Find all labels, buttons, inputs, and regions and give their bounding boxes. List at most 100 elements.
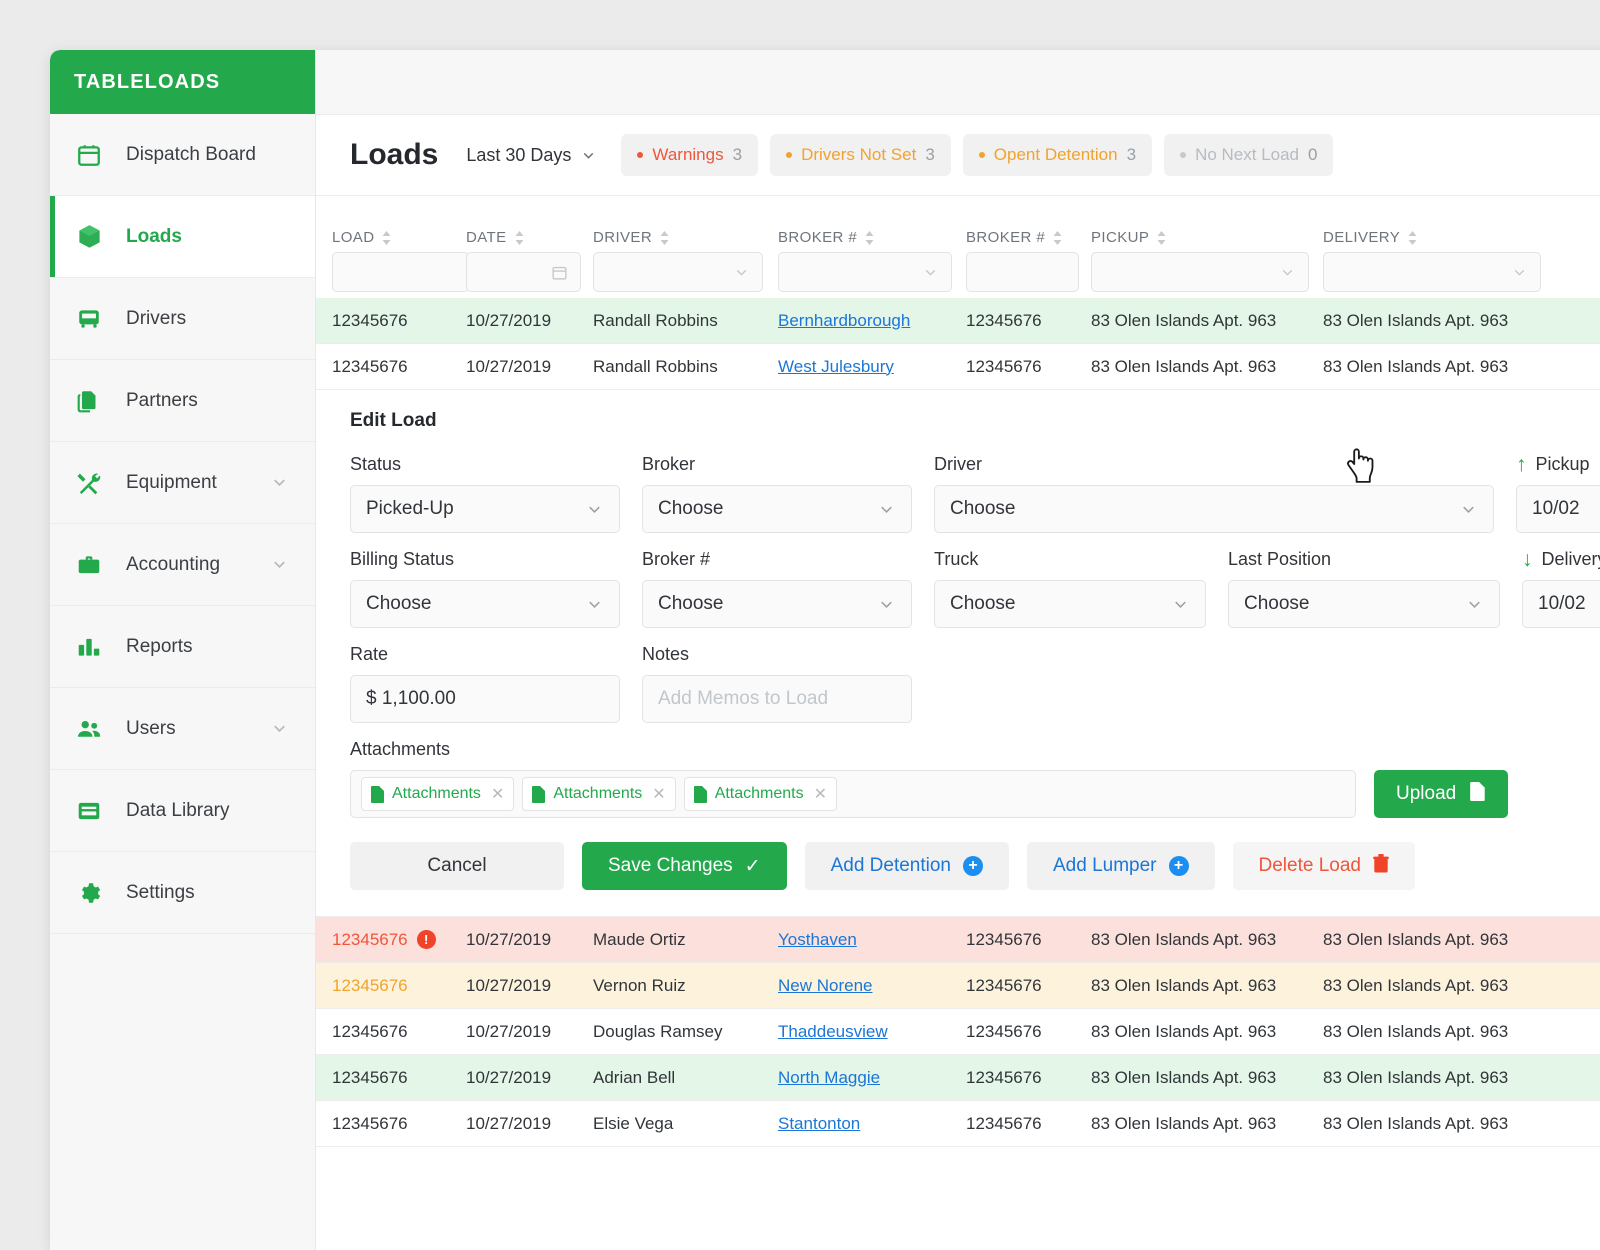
table-row[interactable]: 12345676 10/27/2019 Randall Robbins West… (316, 344, 1600, 390)
add-lumper-button[interactable]: Add Lumper + (1027, 842, 1215, 890)
filter-select-delivery[interactable] (1323, 252, 1541, 292)
sidebar-item-loads[interactable]: Loads (50, 196, 315, 278)
broker-select[interactable]: Choose (642, 485, 912, 533)
cell-broker-link[interactable]: Stantonton (778, 1114, 860, 1133)
filter-input-date[interactable] (466, 252, 581, 292)
cancel-button-label: Cancel (427, 855, 486, 877)
attachments-box[interactable]: Attachments ✕ Attachments ✕ Attachments (350, 770, 1356, 818)
sidebar-item-data-library[interactable]: Data Library (50, 770, 315, 852)
status-filter-pills: Warnings 3 Drivers Not Set 3 Opent Deten… (621, 134, 1333, 176)
add-detention-button[interactable]: Add Detention + (805, 842, 1009, 890)
rate-input[interactable]: $ 1,100.00 (350, 675, 620, 723)
sidebar-item-label: Settings (126, 882, 195, 904)
table-row[interactable]: 12345676! 10/27/2019 Maude Ortiz Yosthav… (316, 917, 1600, 963)
edit-row-2: Billing Status Choose Broker # Choose (350, 549, 1600, 628)
pill-no-next-load[interactable]: No Next Load 0 (1164, 134, 1333, 176)
sidebar-item-label: Dispatch Board (126, 144, 256, 166)
sidebar-item-dispatch-board[interactable]: Dispatch Board (50, 114, 315, 196)
column-header-date[interactable]: DATE (466, 229, 593, 246)
pickup-date-input[interactable]: 10/02 (1516, 485, 1600, 533)
sidebar-item-label: Equipment (126, 472, 217, 494)
cell-broker-link[interactable]: North Maggie (778, 1068, 880, 1087)
sort-icon (659, 230, 670, 246)
sidebar-item-accounting[interactable]: Accounting (50, 524, 315, 606)
cell-broker-number: 12345676 (966, 930, 1091, 950)
field-delivery-date: ↓ Delivery 10/02 (1522, 549, 1600, 628)
sort-icon (1156, 230, 1167, 246)
notes-placeholder: Add Memos to Load (658, 688, 828, 710)
attachment-chip[interactable]: Attachments ✕ (522, 777, 675, 811)
attachment-chip[interactable]: Attachments ✕ (361, 777, 514, 811)
driver-select[interactable]: Choose (934, 485, 1494, 533)
status-dot (637, 152, 643, 158)
table-row[interactable]: 12345676 10/27/2019 Vernon Ruiz New Nore… (316, 963, 1600, 1009)
chevron-down-icon[interactable] (270, 473, 289, 492)
billing-status-select[interactable]: Choose (350, 580, 620, 628)
cell-driver: Vernon Ruiz (593, 976, 778, 996)
chevron-down-icon[interactable] (270, 719, 289, 738)
close-icon[interactable]: ✕ (652, 784, 665, 804)
broker-number-select[interactable]: Choose (642, 580, 912, 628)
save-changes-button[interactable]: Save Changes ✓ (582, 842, 787, 890)
sidebar-item-users[interactable]: Users (50, 688, 315, 770)
table-row[interactable]: 12345676 10/27/2019 Elsie Vega Stantonto… (316, 1101, 1600, 1147)
file-icon (1470, 782, 1486, 807)
file-icon (371, 786, 385, 803)
billing-status-select-value: Choose (366, 593, 432, 615)
cell-broker-link[interactable]: Yosthaven (778, 930, 857, 949)
cell-load: 12345676 (316, 1022, 466, 1042)
field-label: Pickup (1536, 454, 1590, 475)
last-position-select[interactable]: Choose (1228, 580, 1500, 628)
broker-select-value: Choose (658, 498, 724, 520)
pill-warnings[interactable]: Warnings 3 (621, 134, 758, 176)
brand-header: TABLELOADS (50, 50, 315, 114)
status-dot (786, 152, 792, 158)
filter-select-driver[interactable] (593, 252, 763, 292)
field-rate: Rate $ 1,100.00 (350, 644, 620, 723)
pill-open-detention[interactable]: Opent Detention 3 (963, 134, 1152, 176)
column-header-delivery[interactable]: DELIVERY (1323, 229, 1555, 246)
sidebar-item-label: Accounting (126, 554, 220, 576)
table-row[interactable]: 12345676 10/27/2019 Douglas Ramsey Thadd… (316, 1009, 1600, 1055)
cell-delivery: 83 Olen Islands Apt. 963 (1323, 1068, 1555, 1088)
close-icon[interactable]: ✕ (491, 784, 504, 804)
column-header-pickup[interactable]: PICKUP (1091, 229, 1323, 246)
notes-input[interactable]: Add Memos to Load (642, 675, 912, 723)
delete-load-button[interactable]: Delete Load (1233, 842, 1415, 890)
cell-broker-link[interactable]: Bernhardborough (778, 311, 910, 330)
filter-select-pickup[interactable] (1091, 252, 1309, 292)
delivery-date-input[interactable]: 10/02 (1522, 580, 1600, 628)
pill-drivers-not-set[interactable]: Drivers Not Set 3 (770, 134, 951, 176)
cancel-button[interactable]: Cancel (350, 842, 564, 890)
main-content: Loads Last 30 Days Warnings 3 Drivers No… (316, 50, 1600, 1250)
cell-date: 10/27/2019 (466, 1114, 593, 1134)
upload-button[interactable]: Upload (1374, 770, 1508, 818)
pill-count: 3 (925, 145, 934, 165)
cell-broker-link[interactable]: West Julesbury (778, 357, 894, 376)
chevron-down-icon[interactable] (270, 555, 289, 574)
column-header-broker-number[interactable]: BROKER # (966, 229, 1091, 246)
close-icon[interactable]: ✕ (814, 784, 827, 804)
cell-broker-link[interactable]: New Norene (778, 976, 873, 995)
attachment-chip[interactable]: Attachments ✕ (684, 777, 837, 811)
truck-select[interactable]: Choose (934, 580, 1206, 628)
cell-broker-link[interactable]: Thaddeusview (778, 1022, 888, 1041)
filter-select-broker[interactable] (778, 252, 952, 292)
sidebar-item-reports[interactable]: Reports (50, 606, 315, 688)
sidebar-item-drivers[interactable]: Drivers (50, 278, 315, 360)
table-row[interactable]: 12345676 10/27/2019 Randall Robbins Bern… (316, 298, 1600, 344)
table-row[interactable]: 12345676 10/27/2019 Adrian Bell North Ma… (316, 1055, 1600, 1101)
date-range-selector[interactable]: Last 30 Days (466, 145, 597, 166)
sidebar-item-partners[interactable]: Partners (50, 360, 315, 442)
filter-input-broker-number[interactable] (966, 252, 1079, 292)
column-header-load[interactable]: LOAD (332, 229, 466, 246)
cell-load: 12345676 (332, 930, 408, 950)
sidebar-item-settings[interactable]: Settings (50, 852, 315, 934)
column-header-driver[interactable]: DRIVER (593, 229, 778, 246)
status-select[interactable]: Picked-Up (350, 485, 620, 533)
cell-pickup: 83 Olen Islands Apt. 963 (1091, 1022, 1323, 1042)
column-header-broker[interactable]: BROKER # (778, 229, 966, 246)
sidebar-item-equipment[interactable]: Equipment (50, 442, 315, 524)
filter-input-load[interactable] (332, 252, 469, 292)
chevron-down-icon (867, 500, 896, 519)
